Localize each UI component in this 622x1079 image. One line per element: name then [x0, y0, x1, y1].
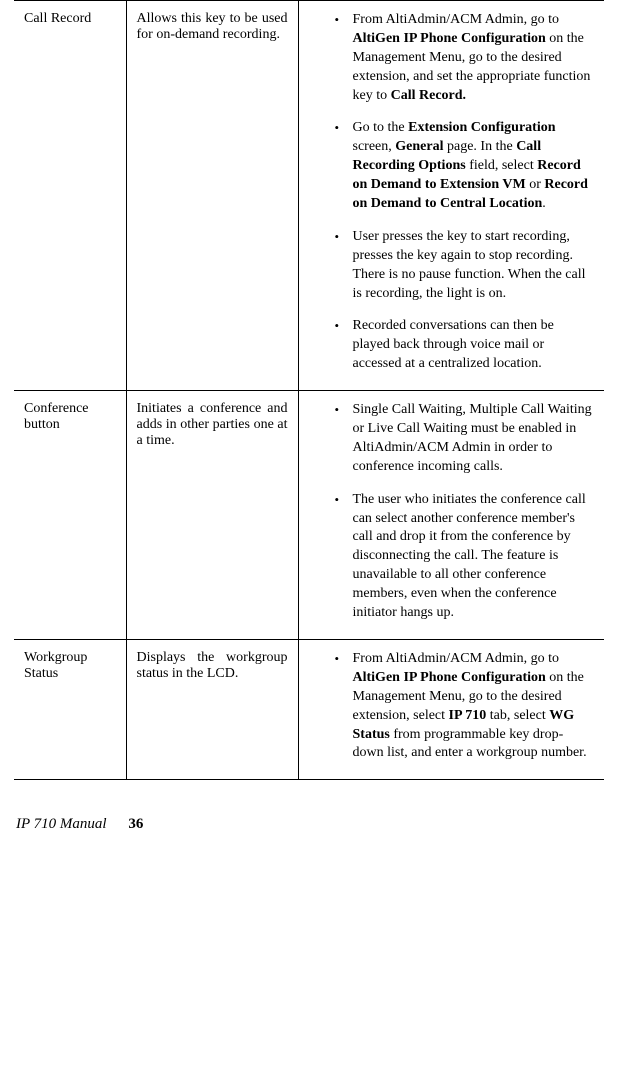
bold-text: IP 710 — [449, 708, 487, 723]
list-item: User presses the key to start recording,… — [335, 228, 593, 304]
table-row: Call Record Allows this key to be used fo… — [14, 1, 604, 391]
feature-desc-cell: Allows this key to be used for on-demand… — [126, 1, 298, 391]
text: or — [526, 177, 545, 192]
list-item: From AltiAdmin/ACM Admin, go to AltiGen … — [335, 650, 593, 763]
text: From AltiAdmin/ACM Admin, go to — [353, 12, 560, 27]
instruction-list: Single Call Waiting, Multiple Call Waiti… — [309, 401, 595, 623]
text: Single Call Waiting, Multiple Call Waiti… — [353, 402, 592, 474]
text: field, select — [466, 158, 538, 173]
document-page: Call Record Allows this key to be used fo… — [0, 0, 622, 857]
feature-name-cell: Call Record — [14, 1, 126, 391]
instruction-list: From AltiAdmin/ACM Admin, go to AltiGen … — [309, 11, 595, 374]
feature-name: Conference button — [24, 401, 89, 432]
text: page. In the — [443, 139, 516, 154]
text: screen, — [353, 139, 396, 154]
text: Go to the — [353, 120, 409, 135]
instruction-list: From AltiAdmin/ACM Admin, go to AltiGen … — [309, 650, 595, 763]
feature-name-cell: Workgroup Status — [14, 639, 126, 779]
bold-text: AltiGen IP Phone Configuration — [353, 670, 546, 685]
text: Recorded conversations can then be playe… — [353, 318, 554, 371]
list-item: The user who initiates the conference ca… — [335, 491, 593, 623]
feature-desc-cell: Displays the workgroup status in the LCD… — [126, 639, 298, 779]
list-item: Recorded conversations can then be playe… — [335, 317, 593, 374]
bold-text: General — [395, 139, 443, 154]
feature-table: Call Record Allows this key to be used fo… — [14, 0, 604, 780]
bold-text: Extension Configuration — [408, 120, 555, 135]
feature-desc: Initiates a conference and adds in other… — [137, 401, 288, 448]
text: tab, select — [486, 708, 549, 723]
text: From AltiAdmin/ACM Admin, go to — [353, 651, 560, 666]
manual-title: IP 710 Manual — [16, 816, 107, 832]
feature-name: Call Record — [24, 11, 91, 26]
feature-name-cell: Conference button — [14, 391, 126, 640]
text: The user who initiates the conference ca… — [353, 492, 586, 620]
bold-text: Call Record. — [391, 88, 466, 103]
feature-desc: Allows this key to be used for on-demand… — [137, 11, 288, 42]
list-item: Single Call Waiting, Multiple Call Waiti… — [335, 401, 593, 477]
text: . — [542, 196, 546, 211]
text: User presses the key to start recording,… — [353, 229, 586, 301]
list-item: From AltiAdmin/ACM Admin, go to AltiGen … — [335, 11, 593, 105]
page-number: 36 — [128, 816, 143, 832]
feature-desc: Displays the workgroup status in the LCD… — [137, 650, 288, 681]
feature-instructions-cell: From AltiAdmin/ACM Admin, go to AltiGen … — [298, 1, 604, 391]
feature-desc-cell: Initiates a conference and adds in other… — [126, 391, 298, 640]
page-footer: IP 710 Manual 36 — [14, 816, 604, 833]
feature-name: Workgroup Status — [24, 650, 87, 681]
list-item: Go to the Extension Configuration screen… — [335, 119, 593, 213]
bold-text: AltiGen IP Phone Configuration — [353, 31, 546, 46]
feature-instructions-cell: From AltiAdmin/ACM Admin, go to AltiGen … — [298, 639, 604, 779]
table-row: Workgroup Status Displays the workgroup s… — [14, 639, 604, 779]
table-row: Conference button Initiates a conference … — [14, 391, 604, 640]
feature-instructions-cell: Single Call Waiting, Multiple Call Waiti… — [298, 391, 604, 640]
feature-table-body: Call Record Allows this key to be used fo… — [14, 1, 604, 780]
